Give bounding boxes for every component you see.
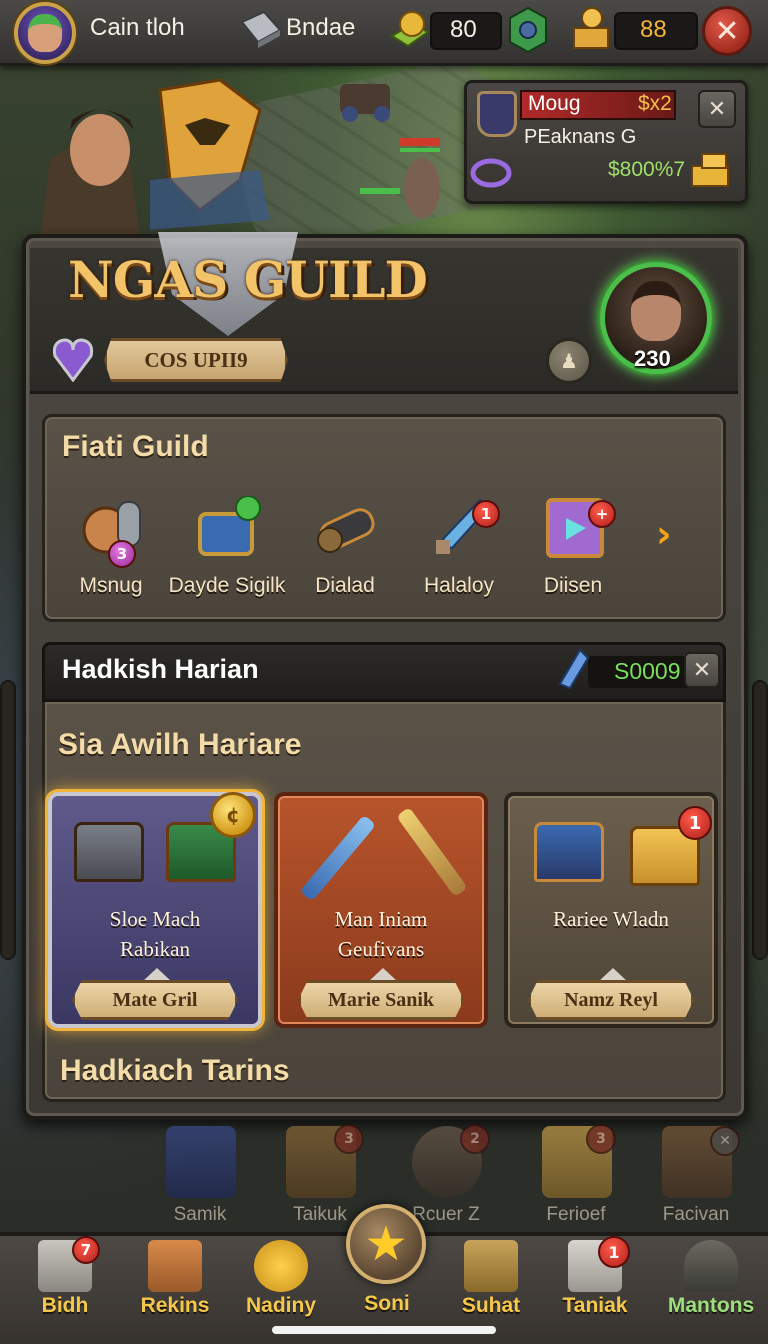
heart-gem-icon xyxy=(52,338,94,382)
member-button[interactable]: ♟ xyxy=(546,338,592,384)
offer-card-2[interactable]: Man Iniam Geufivans Marie Sanik xyxy=(274,792,488,1028)
gold-dagger-icon xyxy=(396,806,468,898)
nav-alert-badge: 7 xyxy=(72,1236,100,1264)
person-icon: ♟ xyxy=(560,349,578,373)
player-name: Cain tloh xyxy=(90,14,185,41)
green-gem-icon[interactable] xyxy=(506,6,550,54)
blue-chest-icon xyxy=(534,822,604,882)
gold-cash-icon xyxy=(390,11,430,48)
quest-portrait-icon xyxy=(477,91,517,137)
nav-label: Taniak xyxy=(562,1294,628,1317)
trader-footer-title: Hadkiach Tarins xyxy=(60,1054,290,1087)
guild-item-2[interactable]: Dayde Sigilk xyxy=(162,496,292,616)
purple-ring-icon xyxy=(470,158,512,188)
item-alert-badge: 1 xyxy=(472,500,500,528)
offer-buy-button[interactable]: Marie Sanik xyxy=(298,980,464,1020)
leader-portrait-icon xyxy=(631,281,681,341)
quest-multiplier: $x2 xyxy=(638,92,672,115)
top-bar: Cain tloh Bndae 80 88 ✕ xyxy=(0,0,768,66)
offer-buy-button[interactable]: Namz Reyl xyxy=(528,980,694,1020)
right-scroll-edge[interactable] xyxy=(752,680,768,960)
nav-item-bidh[interactable]: 7 Bidh xyxy=(14,1236,114,1328)
offer-notch xyxy=(142,968,172,982)
guild-item-3[interactable]: Dialad xyxy=(280,496,410,616)
nav-item-mantons[interactable]: Mantons xyxy=(660,1236,760,1328)
badge-label: Bndae xyxy=(286,14,356,41)
offer-name-line1: Man Iniam xyxy=(334,907,428,931)
guild-item-1[interactable]: 3 Msnug xyxy=(46,496,176,616)
silver-chest-icon xyxy=(74,822,144,882)
offer-name-line2: Geufivans xyxy=(337,937,425,961)
trader-timer: S0009 xyxy=(614,658,681,684)
nav-item-suhat[interactable]: Suhat xyxy=(440,1236,540,1328)
nav-item-soni[interactable]: Soni xyxy=(336,1266,436,1326)
offers-title: Sia Awilh Hariare xyxy=(58,728,302,761)
item-count-badge: 3 xyxy=(108,540,136,568)
gold-coin-icon: ¢ xyxy=(210,792,256,838)
offer-name-line1: Rariee Wladn xyxy=(553,907,669,931)
quest-name: Moug xyxy=(528,92,581,115)
offer-card-1[interactable]: ¢ Sloe Mach Rabikan Mate Gril xyxy=(48,792,262,1028)
warrior-icon xyxy=(684,1240,738,1292)
field-units-art xyxy=(340,84,440,218)
player-avatar[interactable] xyxy=(14,2,76,64)
guild-item-4[interactable]: 1 Halaloy xyxy=(394,496,524,616)
nav-item-rekins[interactable]: Rekins xyxy=(124,1236,224,1328)
guild-items-title: Fiati Guild xyxy=(62,430,209,463)
lower-item-badge: 3 xyxy=(586,1124,616,1154)
leader-level: 230 xyxy=(634,346,671,371)
lower-item-label: Facivan xyxy=(662,1204,730,1225)
crystal-icon xyxy=(558,648,590,690)
silver-ingot-icon xyxy=(240,10,282,48)
home-indicator[interactable] xyxy=(272,1326,496,1334)
offer-name-line2: Rabikan xyxy=(120,937,190,961)
lower-item-4[interactable]: 3 Ferioef xyxy=(526,1122,626,1232)
gold-stack-icon xyxy=(691,153,729,187)
offer-name-line1: Sloe Mach xyxy=(109,907,201,931)
lower-close-badge[interactable]: ✕ xyxy=(710,1126,740,1156)
lower-item-badge: 2 xyxy=(460,1124,490,1154)
treasure-chest-icon xyxy=(198,496,261,556)
lower-item-2[interactable]: 3 Taikuk xyxy=(270,1122,370,1232)
trader-close-button[interactable]: ✕ xyxy=(684,652,720,688)
offer-notch xyxy=(368,968,398,982)
nav-item-taniak[interactable]: 1 Taniak xyxy=(544,1236,644,1328)
nav-label: Mantons xyxy=(667,1294,755,1317)
lower-item-badge: 3 xyxy=(334,1124,364,1154)
lower-item-5[interactable]: ✕ Facivan xyxy=(646,1122,746,1232)
nav-item-nadiny[interactable]: Nadiny xyxy=(230,1236,330,1328)
item-alert-badge: + xyxy=(588,500,616,528)
offer-buy-button[interactable]: Mate Gril xyxy=(72,980,238,1020)
lower-item-label: Samik xyxy=(173,1204,227,1225)
star-icon: ★ xyxy=(364,1216,408,1272)
blue-sword-icon xyxy=(299,814,377,902)
guild-logo: NGAS GUILD xyxy=(68,250,428,309)
next-arrow-button[interactable]: › xyxy=(656,512,672,556)
currency-1-value: 80 xyxy=(450,16,477,43)
trader-title: Hadkish Harian xyxy=(62,654,259,684)
quest-close-button[interactable]: ✕ xyxy=(698,90,736,128)
coin-icon xyxy=(254,1240,308,1292)
offer-notch xyxy=(598,968,628,982)
blue-bag-icon xyxy=(166,1126,236,1198)
guild-rank-plate[interactable]: COS UPII9 xyxy=(104,338,288,382)
quest-reward: $800%7 xyxy=(608,158,686,181)
supply-box-icon xyxy=(464,1240,518,1292)
close-button[interactable]: ✕ xyxy=(702,6,752,56)
guild-item-label: Diisen xyxy=(543,574,603,597)
lower-item-label: Ferioef xyxy=(546,1204,606,1225)
avatar-face-icon xyxy=(28,14,62,52)
gold-bars-icon xyxy=(573,7,609,49)
quest-subtitle: PEaknans G xyxy=(524,126,637,148)
lower-item-1[interactable]: Samik xyxy=(150,1122,250,1232)
offer-alert-badge: 1 xyxy=(678,806,712,840)
left-scroll-edge[interactable] xyxy=(0,680,16,960)
cannon-icon xyxy=(317,508,375,553)
nav-alert-badge: 1 xyxy=(598,1236,630,1268)
scroll-icon xyxy=(148,1240,202,1292)
guild-item-5[interactable]: + Diisen xyxy=(508,496,638,616)
currency-2-value: 88 xyxy=(640,16,667,43)
guild-heroes-art xyxy=(40,78,270,240)
offer-card-3[interactable]: 1 Rariee Wladn Namz Reyl xyxy=(504,792,718,1028)
